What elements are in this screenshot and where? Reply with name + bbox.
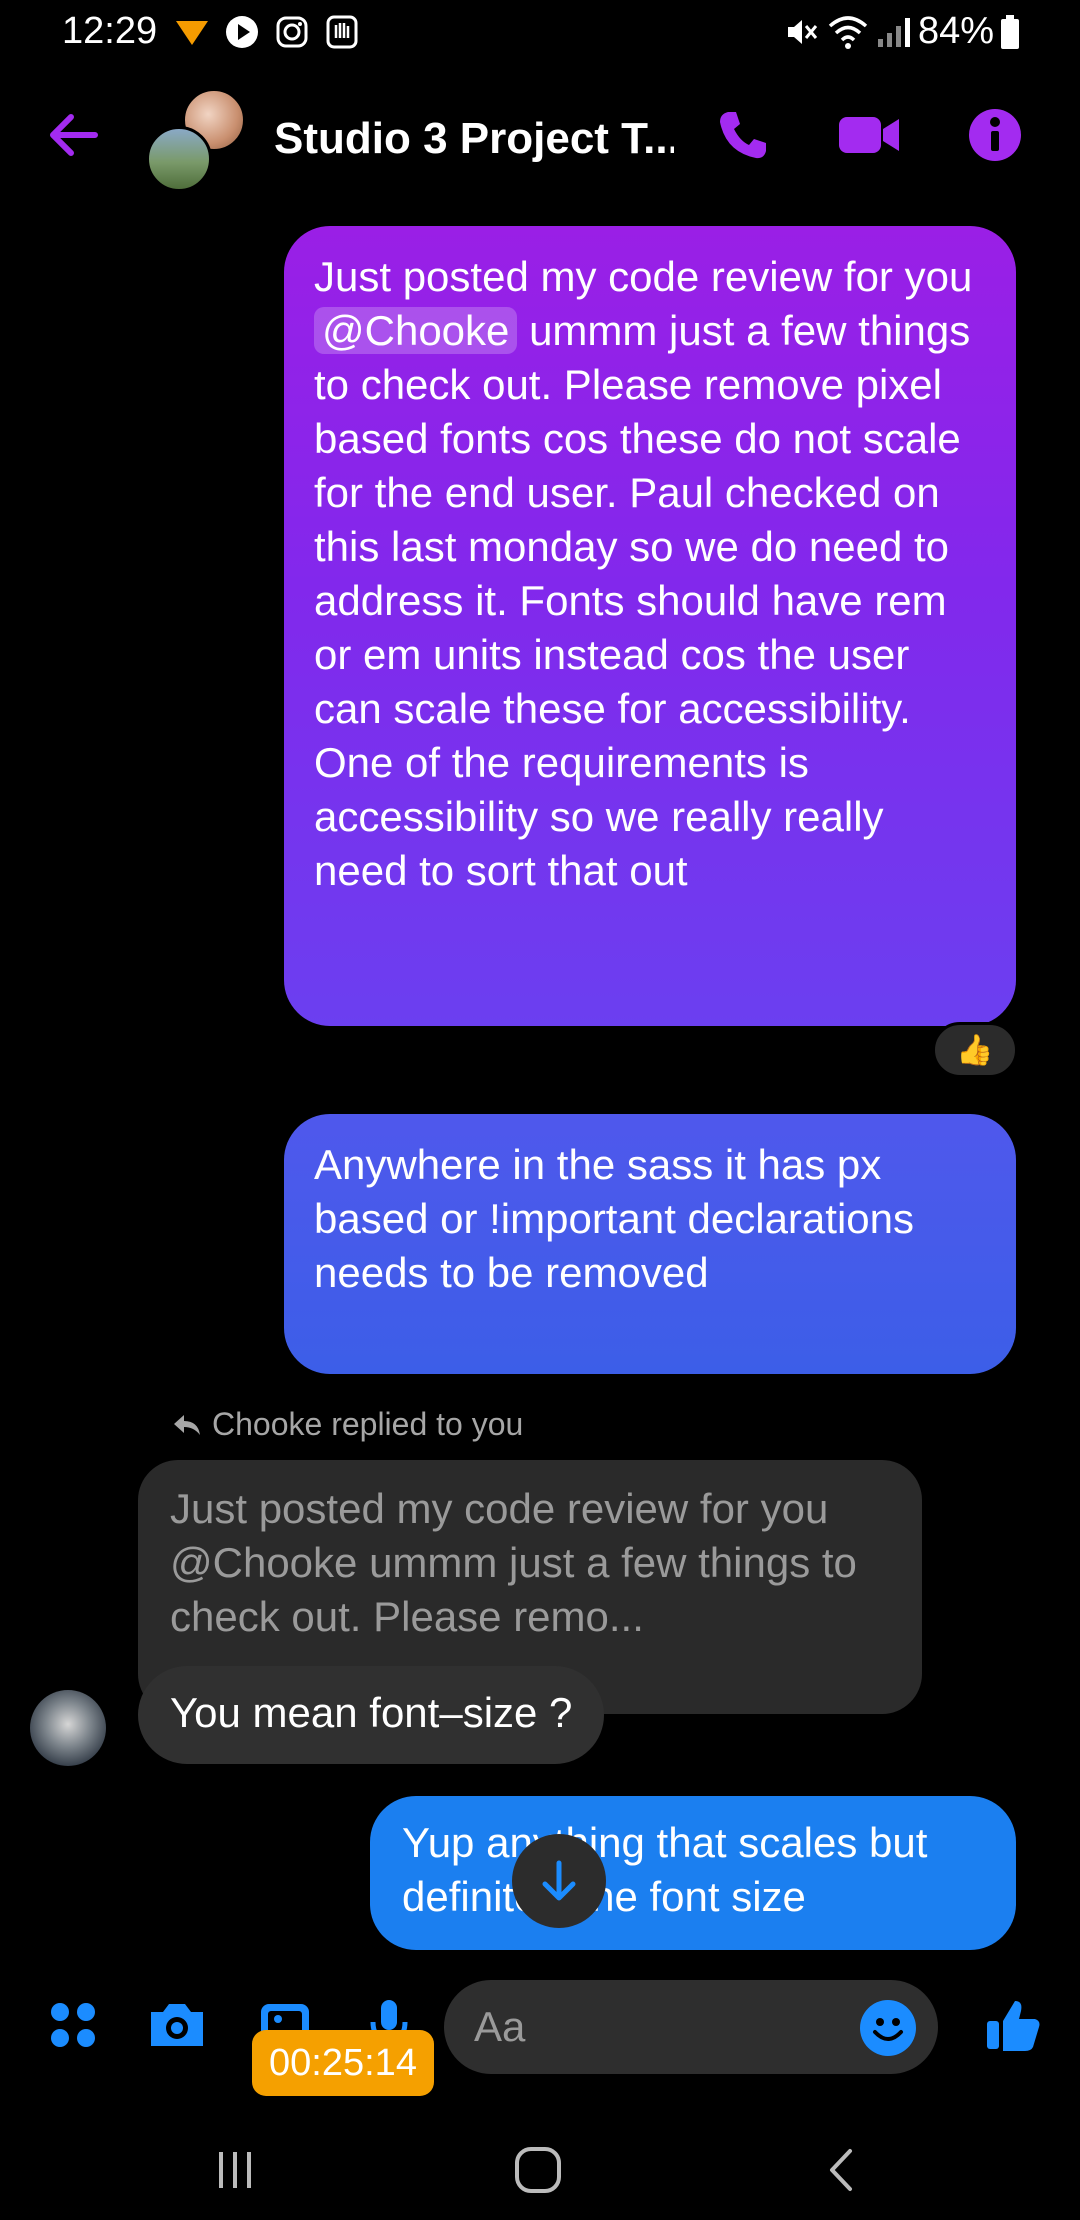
received-message[interactable]: You mean font–size ?: [138, 1666, 605, 1764]
camera-icon[interactable]: [144, 1992, 210, 2058]
thumbs-up-icon[interactable]: [980, 1992, 1046, 2058]
recording-timer: 00:25:14: [252, 2030, 434, 2096]
reply-arrow-icon: [174, 1414, 200, 1435]
scroll-to-bottom-button[interactable]: [512, 1834, 606, 1928]
mention[interactable]: @Chooke: [314, 307, 518, 354]
message-input-wrap: [444, 1980, 938, 2074]
group-avatar[interactable]: [146, 88, 246, 192]
wifi-icon: [826, 12, 870, 52]
home-icon[interactable]: [498, 2130, 578, 2210]
play-icon: [222, 12, 262, 52]
avatar: [146, 126, 212, 192]
video-icon[interactable]: [834, 100, 904, 170]
composer: [0, 1970, 1080, 2080]
phone-icon[interactable]: [708, 100, 778, 170]
recent-apps-icon[interactable]: [196, 2130, 276, 2210]
message-text: Yup anything that scales but definitely …: [402, 1819, 928, 1920]
menu-dots-icon[interactable]: [40, 1992, 106, 2058]
reaction-badge[interactable]: 👍: [932, 1022, 1018, 1078]
battery-icon: [998, 12, 1022, 52]
message-input[interactable]: [474, 1980, 854, 2074]
avatar[interactable]: [30, 1690, 106, 1766]
sent-message[interactable]: Yup anything that scales but definitely …: [370, 1796, 1016, 1950]
message-text: ummm just a few things to check out. Ple…: [314, 307, 971, 894]
back-arrow-icon[interactable]: [38, 100, 108, 170]
reply-label-text: Chooke replied to you: [212, 1406, 524, 1442]
app-notification-icon: [172, 12, 212, 52]
system-nav-bar: [0, 2110, 1080, 2220]
mute-icon: [780, 12, 820, 52]
emoji-icon[interactable]: [860, 2000, 916, 2056]
instagram-icon: [272, 12, 312, 52]
hand-icon: [322, 12, 362, 52]
quoted-text: Just posted my code review for you @Choo…: [170, 1485, 857, 1640]
battery-percent: 84%: [918, 10, 995, 52]
status-bar: 12:29 84%: [0, 0, 1080, 66]
message-text: You mean font–size ?: [170, 1689, 573, 1736]
conversation-header: Studio 3 Project T...: [0, 78, 1080, 198]
back-icon[interactable]: [800, 2130, 880, 2210]
message-text: Just posted my code review for you: [314, 253, 973, 300]
message-text: Anywhere in the sass it has px based or …: [314, 1141, 914, 1296]
reply-label: Chooke replied to you: [172, 1406, 523, 1443]
info-icon[interactable]: [960, 100, 1030, 170]
sent-message[interactable]: Anywhere in the sass it has px based or …: [284, 1114, 1016, 1374]
thumbs-up-reaction: 👍: [956, 1033, 994, 1067]
conversation-title[interactable]: Studio 3 Project T...: [274, 114, 674, 164]
sent-message[interactable]: Just posted my code review for you @Choo…: [284, 226, 1016, 1026]
arrow-down-icon: [542, 1860, 576, 1901]
signal-icon: [874, 12, 914, 52]
status-time: 12:29: [62, 10, 158, 52]
